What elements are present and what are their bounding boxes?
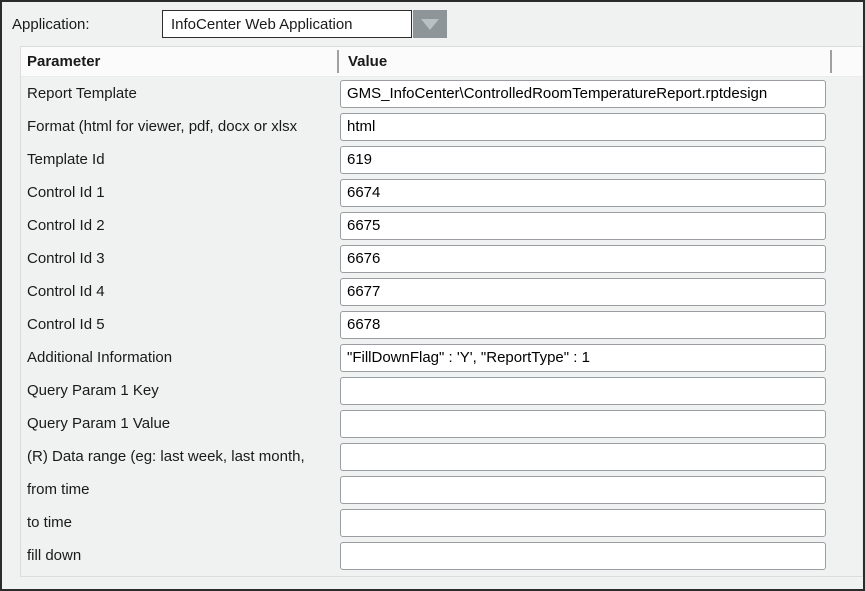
parameter-label: to time <box>21 514 340 531</box>
table-row: Report Template <box>21 77 862 110</box>
value-input[interactable] <box>340 212 826 240</box>
parameter-label: Report Template <box>21 85 340 102</box>
value-input[interactable] <box>340 278 826 306</box>
application-bar: Application: InfoCenter Web Application <box>12 10 447 38</box>
value-input[interactable] <box>340 542 826 570</box>
table-row: Additional Information <box>21 341 862 374</box>
application-dropdown[interactable]: InfoCenter Web Application <box>162 10 447 38</box>
application-label: Application: <box>12 16 162 33</box>
column-divider <box>830 50 832 73</box>
value-input[interactable] <box>340 344 826 372</box>
parameter-label: from time <box>21 481 340 498</box>
table-row: fill down <box>21 539 862 572</box>
parameter-label: Format (html for viewer, pdf, docx or xl… <box>21 118 340 135</box>
value-input[interactable] <box>340 113 826 141</box>
value-input[interactable] <box>340 311 826 339</box>
parameter-label: Additional Information <box>21 349 340 366</box>
table-row: Format (html for viewer, pdf, docx or xl… <box>21 110 862 143</box>
parameter-label: Control Id 3 <box>21 250 340 267</box>
table-row: Control Id 3 <box>21 242 862 275</box>
report-config-window: Application: InfoCenter Web Application … <box>0 0 865 591</box>
parameter-table: Parameter Value Report Template Format (h… <box>20 46 863 577</box>
value-input[interactable] <box>340 179 826 207</box>
value-input[interactable] <box>340 146 826 174</box>
parameter-label: Query Param 1 Value <box>21 415 340 432</box>
table-row: Query Param 1 Value <box>21 407 862 440</box>
table-row: Control Id 5 <box>21 308 862 341</box>
table-row: (R) Data range (eg: last week, last mont… <box>21 440 862 473</box>
parameter-label: Control Id 4 <box>21 283 340 300</box>
table-header-row: Parameter Value <box>21 47 862 77</box>
parameter-label: Control Id 1 <box>21 184 340 201</box>
value-input[interactable] <box>340 509 826 537</box>
table-row: Control Id 1 <box>21 176 862 209</box>
value-input[interactable] <box>340 410 826 438</box>
table-rows: Report Template Format (html for viewer, … <box>21 77 862 572</box>
value-input[interactable] <box>340 377 826 405</box>
parameter-label: (R) Data range (eg: last week, last mont… <box>21 448 340 465</box>
parameter-label: Control Id 2 <box>21 217 340 234</box>
value-input[interactable] <box>340 245 826 273</box>
parameter-column-header: Parameter <box>21 53 100 70</box>
application-dropdown-button[interactable] <box>413 10 447 38</box>
table-row: from time <box>21 473 862 506</box>
value-input[interactable] <box>340 443 826 471</box>
table-row: Template Id <box>21 143 862 176</box>
parameter-label: Template Id <box>21 151 340 168</box>
value-input[interactable] <box>340 80 826 108</box>
value-column-header: Value <box>348 53 387 70</box>
parameter-label: Query Param 1 Key <box>21 382 340 399</box>
table-row: to time <box>21 506 862 539</box>
column-divider <box>337 50 339 73</box>
chevron-down-icon <box>421 19 439 30</box>
table-row: Control Id 4 <box>21 275 862 308</box>
value-input[interactable] <box>340 476 826 504</box>
parameter-label: fill down <box>21 547 340 564</box>
table-row: Control Id 2 <box>21 209 862 242</box>
table-row: Query Param 1 Key <box>21 374 862 407</box>
application-dropdown-value[interactable]: InfoCenter Web Application <box>162 10 412 38</box>
parameter-label: Control Id 5 <box>21 316 340 333</box>
